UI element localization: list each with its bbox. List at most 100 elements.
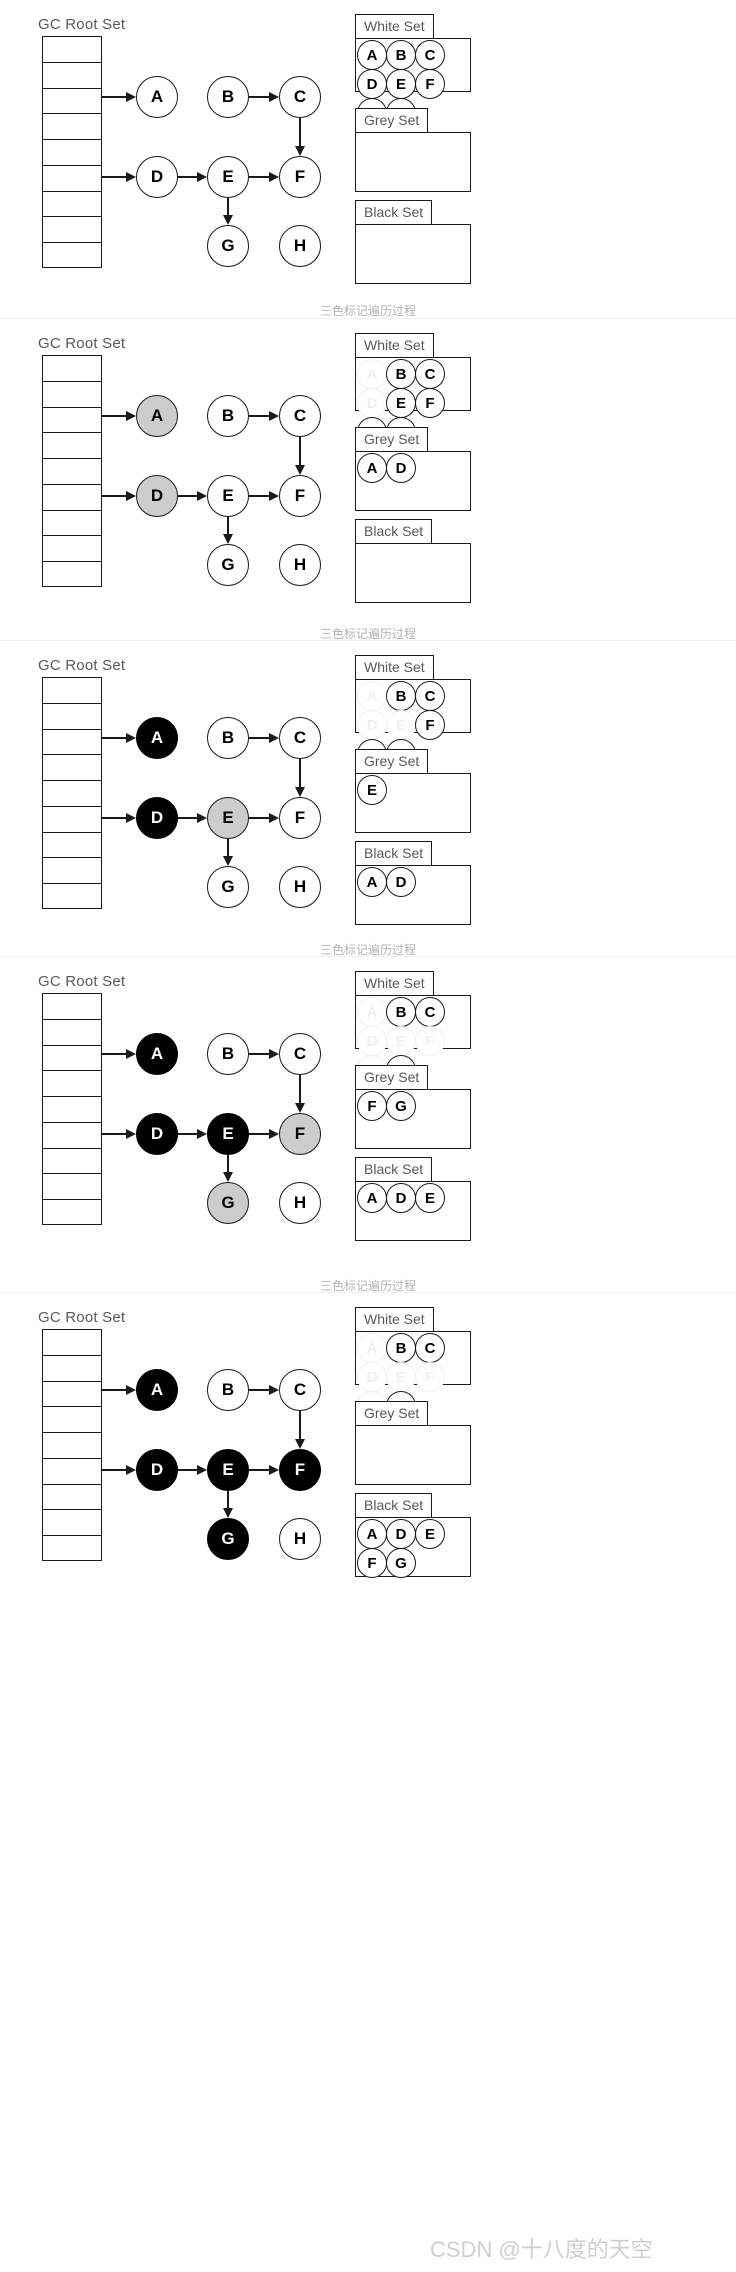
set-chip-b[interactable]: B (386, 40, 416, 70)
set-chip-c[interactable]: C (415, 1333, 445, 1363)
graph-node-b[interactable]: B (207, 1033, 249, 1075)
graph-node-b[interactable]: B (207, 395, 249, 437)
graph-node-c[interactable]: C (279, 76, 321, 118)
set-chip-f[interactable]: F (415, 710, 445, 740)
set-chip-b[interactable]: B (386, 1333, 416, 1363)
graph-node-d[interactable]: D (136, 1449, 178, 1491)
graph-node-a[interactable]: A (136, 717, 178, 759)
graph-node-label: E (222, 1124, 234, 1143)
graph-node-d[interactable]: D (136, 797, 178, 839)
graph-node-f[interactable]: F (279, 156, 321, 198)
set-chip-e[interactable]: E (386, 1362, 416, 1392)
edge-root-to-a (102, 96, 128, 98)
set-chip-d[interactable]: D (357, 1026, 387, 1056)
graph-node-e[interactable]: E (207, 156, 249, 198)
graph-node-h[interactable]: H (279, 544, 321, 586)
set-chip-f[interactable]: F (415, 69, 445, 99)
set-chip-f[interactable]: F (357, 1091, 387, 1121)
black-set-box-body (355, 224, 471, 284)
graph-node-c[interactable]: C (279, 717, 321, 759)
set-chip-c[interactable]: C (415, 359, 445, 389)
graph-node-d[interactable]: D (136, 156, 178, 198)
set-chip-g[interactable]: G (386, 1091, 416, 1121)
set-chip-label: D (366, 716, 378, 734)
set-chip-e[interactable]: E (386, 710, 416, 740)
graph-node-label: D (150, 1460, 164, 1479)
graph-node-b[interactable]: B (207, 1369, 249, 1411)
set-chip-c[interactable]: C (415, 40, 445, 70)
graph-node-g[interactable]: G (207, 225, 249, 267)
graph-node-c[interactable]: C (279, 395, 321, 437)
edge-root-to-d-arrow (126, 171, 136, 182)
set-chip-d[interactable]: D (386, 1519, 416, 1549)
graph-node-h[interactable]: H (279, 225, 321, 267)
graph-node-g[interactable]: G (207, 1518, 249, 1560)
set-chip-e[interactable]: E (386, 388, 416, 418)
set-chip-d[interactable]: D (357, 1362, 387, 1392)
set-chip-e[interactable]: E (415, 1519, 445, 1549)
set-chip-e[interactable]: E (357, 775, 387, 805)
graph-node-label: C (293, 728, 307, 747)
black-set-box-title: Black Set (355, 841, 433, 867)
set-chip-b[interactable]: B (386, 681, 416, 711)
graph-node-h[interactable]: H (279, 866, 321, 908)
graph-node-f[interactable]: F (279, 475, 321, 517)
set-chip-e[interactable]: E (415, 1183, 445, 1213)
set-chip-e[interactable]: E (386, 1026, 416, 1056)
graph-node-h[interactable]: H (279, 1518, 321, 1560)
graph-node-f[interactable]: F (279, 1449, 321, 1491)
graph-node-d[interactable]: D (136, 475, 178, 517)
set-chip-d[interactable]: D (386, 1183, 416, 1213)
set-chip-c[interactable]: C (415, 997, 445, 1027)
graph-node-e[interactable]: E (207, 1113, 249, 1155)
edge-root-to-a-arrow (126, 91, 136, 102)
set-chip-e[interactable]: E (386, 69, 416, 99)
graph-node-e[interactable]: E (207, 797, 249, 839)
graph-node-d[interactable]: D (136, 1113, 178, 1155)
graph-node-g[interactable]: G (207, 544, 249, 586)
set-chip-a[interactable]: A (357, 40, 387, 70)
step-section-1: GC Root SetABCDEFGHWhite SetABCDEFGHGrey… (0, 0, 736, 318)
graph-node-c[interactable]: C (279, 1033, 321, 1075)
set-chip-d[interactable]: D (357, 710, 387, 740)
set-chip-a[interactable]: A (357, 867, 387, 897)
set-chip-a[interactable]: A (357, 1519, 387, 1549)
graph-node-e[interactable]: E (207, 475, 249, 517)
set-chip-f[interactable]: F (415, 1362, 445, 1392)
set-chip-d[interactable]: D (386, 453, 416, 483)
edge-root-to-a-arrow (126, 1384, 136, 1395)
set-chip-d[interactable]: D (357, 69, 387, 99)
set-chip-c[interactable]: C (415, 681, 445, 711)
graph-node-a[interactable]: A (136, 395, 178, 437)
set-chip-b[interactable]: B (386, 997, 416, 1027)
graph-node-c[interactable]: C (279, 1369, 321, 1411)
graph-node-a[interactable]: A (136, 1369, 178, 1411)
set-chip-label: B (395, 365, 407, 383)
gc-root-slot (43, 1149, 101, 1175)
set-chip-f[interactable]: F (415, 388, 445, 418)
set-chip-d[interactable]: D (357, 388, 387, 418)
set-chip-g[interactable]: G (386, 1548, 416, 1578)
set-chip-a[interactable]: A (357, 1333, 387, 1363)
edge-c-to-f-arrow (294, 465, 305, 475)
set-chip-a[interactable]: A (357, 453, 387, 483)
set-chip-a[interactable]: A (357, 359, 387, 389)
graph-node-a[interactable]: A (136, 76, 178, 118)
graph-node-a[interactable]: A (136, 1033, 178, 1075)
set-chip-d[interactable]: D (386, 867, 416, 897)
graph-node-b[interactable]: B (207, 76, 249, 118)
graph-node-f[interactable]: F (279, 1113, 321, 1155)
graph-node-g[interactable]: G (207, 1182, 249, 1224)
set-chip-b[interactable]: B (386, 359, 416, 389)
graph-node-f[interactable]: F (279, 797, 321, 839)
graph-node-g[interactable]: G (207, 866, 249, 908)
graph-node-b[interactable]: B (207, 717, 249, 759)
set-chip-a[interactable]: A (357, 681, 387, 711)
graph-node-h[interactable]: H (279, 1182, 321, 1224)
set-chip-a[interactable]: A (357, 997, 387, 1027)
set-chip-f[interactable]: F (415, 1026, 445, 1056)
set-chip-label: E (395, 75, 406, 93)
set-chip-f[interactable]: F (357, 1548, 387, 1578)
graph-node-e[interactable]: E (207, 1449, 249, 1491)
set-chip-a[interactable]: A (357, 1183, 387, 1213)
